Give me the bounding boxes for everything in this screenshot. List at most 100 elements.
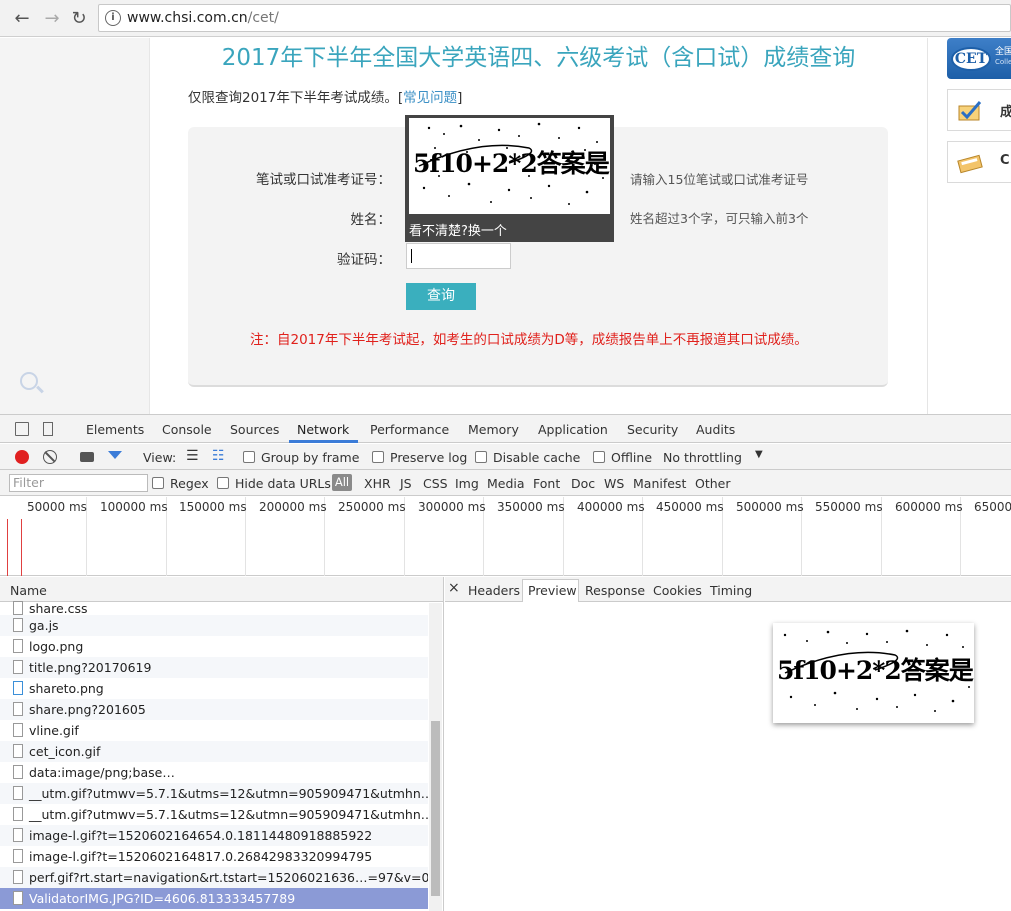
disable-cache-checkbox[interactable] [475,451,487,463]
group-by-frame-checkbox[interactable] [243,451,255,463]
tab-preview[interactable]: Preview [528,583,577,598]
captcha-image[interactable]: 5f10+2*2答案是 [409,118,610,214]
tab-elements[interactable]: Elements [86,422,144,437]
regex-checkbox[interactable] [152,477,164,489]
back-arrow-icon[interactable]: ← [10,6,34,30]
hide-data-urls-checkbox[interactable] [217,477,229,489]
address-bar[interactable]: i www.chsi.com.cn/cet/ [98,4,1011,32]
camera-icon[interactable] [80,452,94,462]
tab-security[interactable]: Security [627,422,678,437]
type-filter-all[interactable]: All [332,474,352,491]
filter-input[interactable]: Filter [9,474,148,492]
inspect-element-icon[interactable] [15,422,29,436]
forward-arrow-icon[interactable]: → [40,6,64,30]
file-icon [13,891,23,905]
timeline-tick-label: 150000 ms [179,500,247,514]
info-icon[interactable]: i [105,10,121,26]
captcha-refresh-link[interactable]: 看不清楚?换一个 [409,220,507,239]
warning-text: 注：自2017年下半年考试起，如考生的口试成绩为D等，成绩报告单上不再报道其口试… [250,332,808,348]
offline-checkbox[interactable] [593,451,605,463]
request-row[interactable]: ga.js [0,615,428,636]
request-row-selected[interactable]: ValidatorIMG.JPG?ID=4606.813333457789 [0,888,428,909]
type-filter-xhr[interactable]: XHR [364,476,391,491]
request-row[interactable]: __utm.gif?utmwv=5.7.1&utms=12&utmn=90590… [0,804,428,825]
type-filter-manifest[interactable]: Manifest [633,476,686,491]
network-timeline[interactable]: 50000 ms 100000 ms 150000 ms 200000 ms 2… [0,497,1011,576]
left-sidebar [0,38,150,414]
device-toolbar-icon[interactable] [43,422,53,436]
timeline-tick-label: 250000 ms [338,500,406,514]
tab-performance[interactable]: Performance [370,422,449,437]
submit-button[interactable]: 查询 [406,283,476,310]
request-name: vline.gif [29,723,79,738]
tab-console[interactable]: Console [162,422,212,437]
certificate-icon [957,154,983,174]
timeline-tick-label: 600000 ms [895,500,963,514]
request-list-scrollbar[interactable] [429,603,442,911]
request-row[interactable]: __utm.gif?utmwv=5.7.1&utms=12&utmn=90590… [0,783,428,804]
score-card-link[interactable]: 成 [947,89,1011,131]
image-file-icon [13,702,23,716]
image-file-icon [13,639,23,653]
url-host: www.chsi.com.cn [127,10,248,26]
clear-icon[interactable] [43,450,57,464]
timeline-tick-label: 50000 ms [27,500,87,514]
file-icon [13,618,23,632]
tab-audits[interactable]: Audits [696,422,735,437]
tab-cookies[interactable]: Cookies [653,583,702,598]
record-icon[interactable] [15,450,29,464]
preserve-log-checkbox[interactable] [372,451,384,463]
network-toolbar: View: ☰ ☷ Group by frame Preserve log Di… [0,444,1011,470]
type-filter-css[interactable]: CSS [423,476,448,491]
throttling-select[interactable]: No throttling [663,450,742,465]
cet-badge: CET [951,47,991,71]
exam-id-hint: 请输入15位笔试或口试准考证号 [630,172,809,187]
captcha-input[interactable] [406,243,511,269]
tab-network[interactable]: Network [297,422,349,437]
tab-headers[interactable]: Headers [468,583,520,598]
chevron-down-icon[interactable]: ▼ [755,449,763,460]
request-row[interactable]: image-l.gif?t=1520602164817.0.2684298332… [0,846,428,867]
type-filter-doc[interactable]: Doc [571,476,595,491]
type-filter-js[interactable]: JS [400,476,412,491]
cet-logo[interactable]: CET 全国 Colle [947,38,1011,79]
page-viewport: 2017年下半年全国大学英语四、六级考试（含口试）成绩查询 仅限查询2017年下… [0,38,1011,414]
type-filter-img[interactable]: Img [455,476,479,491]
type-filter-media[interactable]: Media [487,476,525,491]
type-filter-font[interactable]: Font [533,476,560,491]
faq-link[interactable]: 常见问题 [403,90,457,106]
request-row[interactable]: share.png?201605 [0,699,428,720]
request-row[interactable]: cet_icon.gif [0,741,428,762]
request-row[interactable]: image-l.gif?t=1520602164654.0.1811448091… [0,825,428,846]
timeline-tick-label: 100000 ms [100,500,168,514]
waterfall-view-icon[interactable]: ☷ [212,448,225,464]
image-file-icon [13,681,23,695]
cert-card-link[interactable]: C [947,141,1011,183]
request-row[interactable]: data:image/png;base… [0,762,428,783]
tab-application[interactable]: Application [538,422,608,437]
tab-memory[interactable]: Memory [468,422,519,437]
request-row[interactable]: title.png?20170619 [0,657,428,678]
type-filter-other[interactable]: Other [695,476,731,491]
list-view-icon[interactable]: ☰ [186,448,199,464]
magnifier-icon[interactable] [20,372,38,390]
request-row[interactable]: shareto.png [0,678,428,699]
preview-captcha-image: 5f10+2*2答案是 [773,623,974,723]
active-tab-indicator [289,440,358,443]
tab-response[interactable]: Response [585,583,645,598]
request-row[interactable]: logo.png [0,636,428,657]
type-filter-ws[interactable]: WS [604,476,624,491]
close-icon[interactable]: × [448,580,460,596]
timeline-request-bars [7,519,22,576]
filter-icon[interactable] [108,451,122,459]
reload-icon[interactable]: ↻ [67,6,91,30]
request-row[interactable]: perf.gif?rt.start=navigation&rt.tstart=1… [0,867,428,888]
regex-label: Regex [170,476,209,491]
request-name: data:image/png;base… [29,765,175,780]
request-name: logo.png [29,639,84,654]
tab-sources[interactable]: Sources [230,422,279,437]
scrollbar-thumb[interactable] [431,721,440,896]
request-row[interactable]: vline.gif [0,720,428,741]
tab-timing[interactable]: Timing [710,583,752,598]
hide-data-urls-label: Hide data URLs [235,476,331,491]
